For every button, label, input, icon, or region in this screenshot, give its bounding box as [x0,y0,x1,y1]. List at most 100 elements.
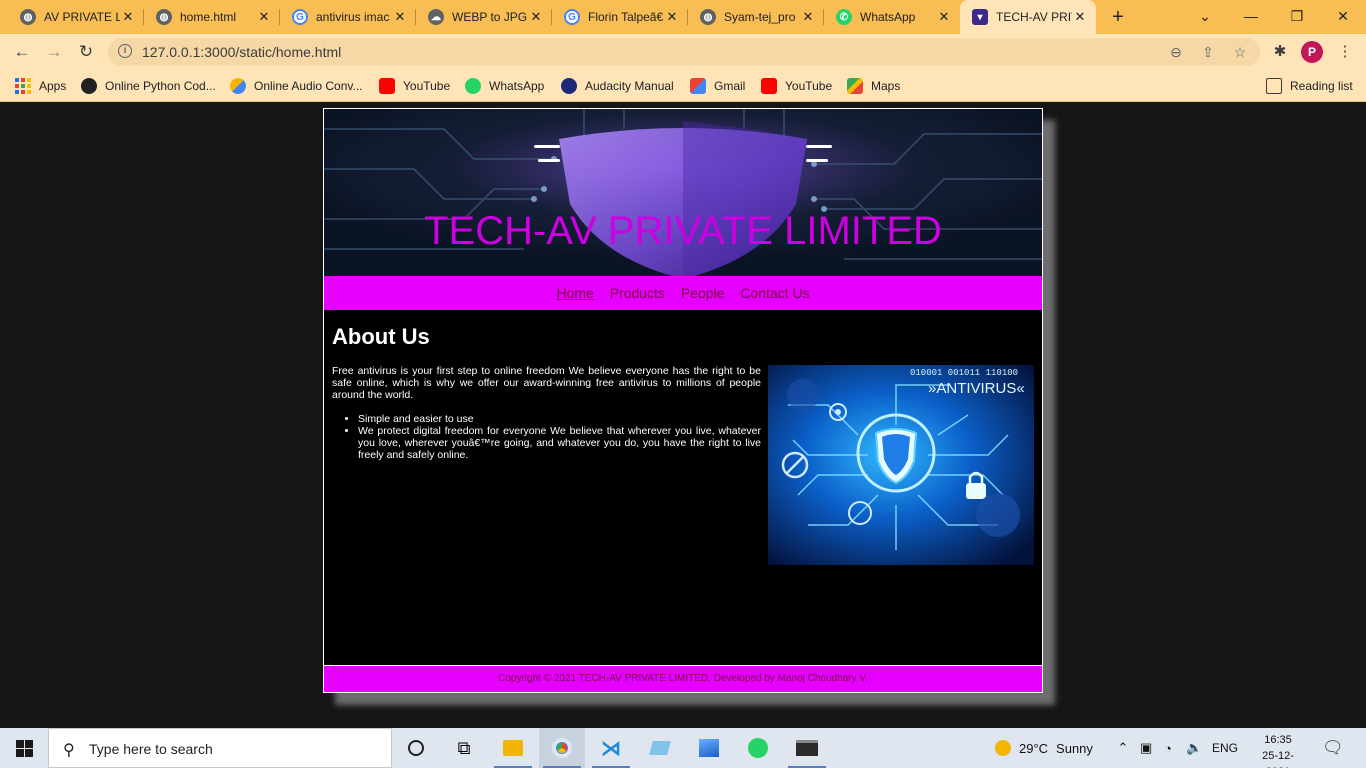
bookmark-youtube-2[interactable]: YouTube [761,76,832,96]
file-explorer-icon[interactable] [490,728,536,768]
browser-tab[interactable]: ◍ home.html ✕ [144,0,280,34]
wifi-icon[interactable]: ◔ [1164,728,1172,768]
share-icon[interactable]: ⇪ [1198,42,1218,62]
globe-icon [81,78,97,94]
tab-title: TECH-AV PRIV [996,10,1072,24]
bookmark-maps[interactable]: Maps [847,76,900,96]
main-content: About Us Free antivirus is your first st… [324,310,1042,665]
globe-icon: ◍ [156,9,172,25]
nav-home-link[interactable]: Home [556,285,593,301]
bookmark-online-audio[interactable]: Online Audio Conv... [230,76,363,96]
bookmarks-bar: Apps Online Python Cod... Online Audio C… [0,70,1366,102]
bookmark-whatsapp[interactable]: WhatsApp [465,76,544,96]
search-placeholder[interactable]: Type here to search [89,741,213,757]
youtube-icon [761,78,777,94]
reading-list-button[interactable]: Reading list [1266,76,1353,96]
close-icon[interactable]: ✕ [936,9,952,25]
browser-tab[interactable]: ◍ Syam-tej_pro ✕ [688,0,824,34]
zoom-icon[interactable]: ⊖ [1166,42,1186,62]
browser-tab[interactable]: ◍ AV PRIVATE L ✕ [8,0,144,34]
minimize-button[interactable]: — [1228,0,1274,34]
browser-tab[interactable]: G antivirus imac ✕ [280,0,416,34]
bookmark-audacity[interactable]: Audacity Manual [561,76,674,96]
bookmark-gmail[interactable]: Gmail [690,76,745,96]
close-icon[interactable]: ✕ [120,9,136,25]
chrome-icon[interactable] [539,728,585,768]
youtube-icon [379,78,395,94]
volume-icon[interactable]: 🔈 [1186,728,1202,768]
shield-icon: ▾ [972,9,988,25]
close-icon[interactable]: ✕ [800,9,816,25]
site-container: TECH-AV PRIVATE LIMITED Home Products Pe… [323,108,1043,693]
bookmark-star-icon[interactable]: ☆ [1230,42,1250,62]
page-heading: About Us [332,324,430,349]
antivirus-shield-illustration: 010001 001011 110100 »ANTIVIRUS« [768,365,1034,565]
terminal-icon[interactable] [784,728,830,768]
sun-icon [995,740,1011,756]
notepad-icon[interactable] [637,728,683,768]
whatsapp-icon [465,78,481,94]
maps-icon [847,78,863,94]
weather-widget[interactable]: 29°C Sunny [995,728,1093,768]
profile-avatar[interactable]: P [1301,41,1323,63]
clock-time: 16:35 [1264,734,1292,746]
tab-title: AV PRIVATE L [44,10,120,24]
notifications-icon[interactable]: 🗨 [1322,728,1344,768]
browser-tab[interactable]: G Florin Talpeã€ ✕ [552,0,688,34]
system-clock[interactable]: 16:35 25-12-2021 [1250,732,1306,768]
nav-contact-link[interactable]: Contact Us [740,285,809,301]
browser-tab[interactable]: ☁ WEBP to JPG ✕ [416,0,552,34]
menu-kebab-icon[interactable]: ⋮ [1334,41,1356,63]
close-icon[interactable]: ✕ [392,9,408,25]
tab-title: Syam-tej_pro [724,10,796,24]
close-icon[interactable]: ✕ [664,9,680,25]
bookmark-youtube[interactable]: YouTube [379,76,450,96]
reload-button[interactable]: ↻ [73,39,99,65]
new-tab-button[interactable]: + [1106,5,1130,29]
bookmark-label: Audacity Manual [585,79,674,93]
forward-button[interactable]: → [41,39,67,65]
whatsapp-icon[interactable] [735,728,781,768]
audacity-icon [561,78,577,94]
nav-people-link[interactable]: People [681,285,725,301]
windows-start-button[interactable] [0,728,48,768]
close-icon[interactable]: ✕ [528,9,544,25]
list-item: Simple and easier to use [358,413,761,425]
extensions-icon[interactable]: ✱ [1269,41,1291,63]
cortana-icon[interactable] [393,728,439,768]
task-view-icon[interactable]: ⧉ [441,728,487,768]
nav-products-link[interactable]: Products [610,285,665,301]
bookmark-apps[interactable]: Apps [15,76,66,96]
main-nav: Home Products People Contact Us [324,276,1042,310]
bookmark-online-python[interactable]: Online Python Cod... [81,76,216,96]
tray-chevron-icon[interactable]: ⌃ [1116,728,1130,768]
back-button[interactable]: ← [9,39,35,65]
window-close-button[interactable]: ✕ [1320,0,1366,34]
bookmark-label: YouTube [785,79,833,93]
bookmark-label: YouTube [403,79,451,93]
bookmark-label: Gmail [714,79,746,93]
maximize-button[interactable]: ❐ [1274,0,1320,34]
globe-icon: ◍ [700,9,716,25]
vscode-icon[interactable]: ⋊ [588,728,634,768]
language-indicator[interactable]: ENG [1212,728,1238,768]
meet-icon[interactable]: ▣ [1140,728,1152,768]
antivirus-hero-image: 010001 001011 110100 »ANTIVIRUS« [768,365,1034,565]
site-footer: Copyright © 2021 TECH-AV PRIVATE LIMITED… [324,665,1042,692]
bookmark-label: WhatsApp [489,79,545,93]
address-bar[interactable]: i 127.0.0.1:3000/static/home.html ⊖ ⇪ ☆ [108,38,1260,66]
close-icon[interactable]: ✕ [1072,9,1088,25]
info-icon[interactable]: i [118,44,132,58]
audio-converter-icon [230,78,246,94]
bookmark-label: Maps [871,79,901,93]
photos-icon[interactable] [686,728,732,768]
url-text[interactable]: 127.0.0.1:3000/static/home.html [142,44,341,60]
search-icon: ⚲ [63,742,75,759]
close-icon[interactable]: ✕ [256,9,272,25]
taskbar-search-box[interactable]: ⚲ Type here to search [48,728,392,768]
browser-tab[interactable]: ✆ WhatsApp ✕ [824,0,960,34]
browser-tab-active[interactable]: ▾ TECH-AV PRIV ✕ [960,0,1096,34]
tab-title: Florin Talpeã€ [588,10,664,24]
tab-search-chevron-icon[interactable]: ⌄ [1182,0,1228,34]
tab-title: WhatsApp [860,10,916,24]
